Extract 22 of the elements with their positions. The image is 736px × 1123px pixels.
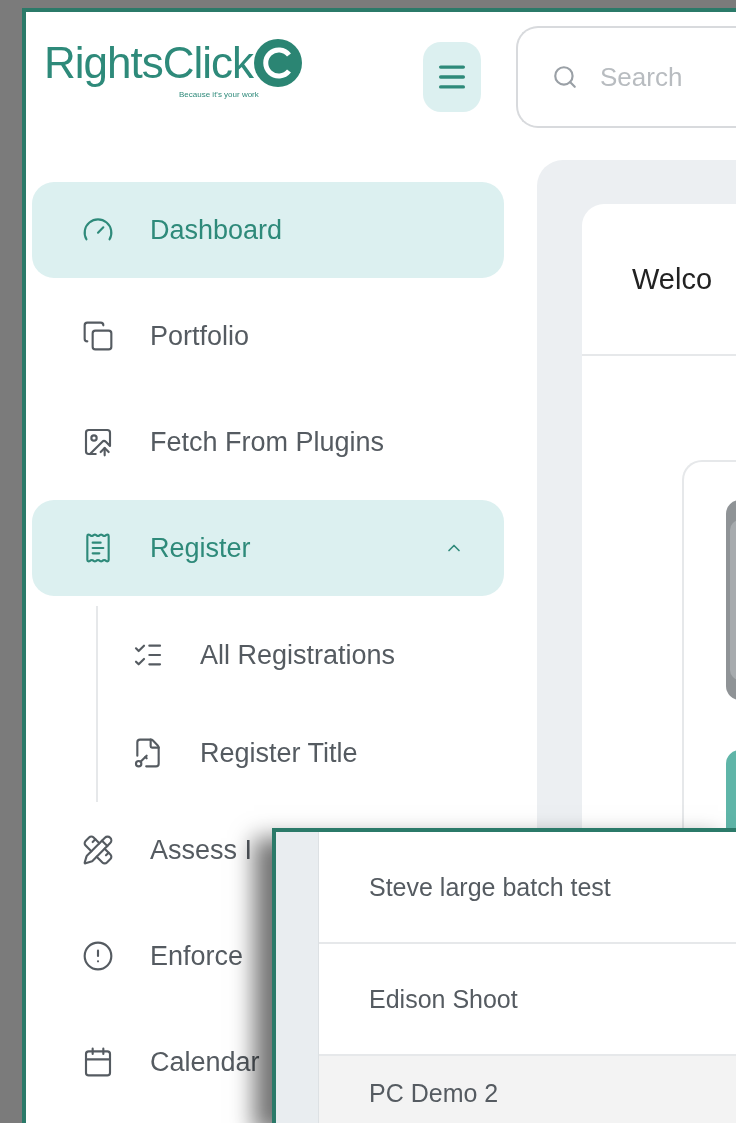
calendar-icon [82,1046,114,1078]
logo-tagline: Because it's your work [179,90,259,99]
sidebar-item[interactable]: Portfolio [32,288,504,384]
logo-icon [253,38,304,88]
menu-button[interactable] [422,42,481,112]
sidebar-subitem[interactable]: Register Title [98,704,537,802]
pencil-ruler-icon [82,834,114,866]
copy-icon [82,320,114,352]
image-upload-icon [82,426,114,458]
sidebar-item[interactable]: Dashboard [32,182,504,278]
sidebar-item[interactable]: Register [32,500,504,596]
search-icon [552,64,578,90]
sidebar-subitem[interactable]: All Registrations [98,606,537,704]
alert-icon [82,940,114,972]
list-row[interactable]: Steve large batch test [319,832,736,944]
list-row[interactable]: Edison Shoot [319,944,736,1056]
search-input[interactable]: Search [600,28,736,126]
list-row[interactable]: PC Demo 2 [319,1056,736,1123]
card-title: Welco [632,262,713,296]
search-field[interactable]: Search [516,26,736,128]
logo-wordmark: RightsClick [44,41,254,85]
sidebar-item[interactable]: Fetch From Plugins [32,394,504,490]
